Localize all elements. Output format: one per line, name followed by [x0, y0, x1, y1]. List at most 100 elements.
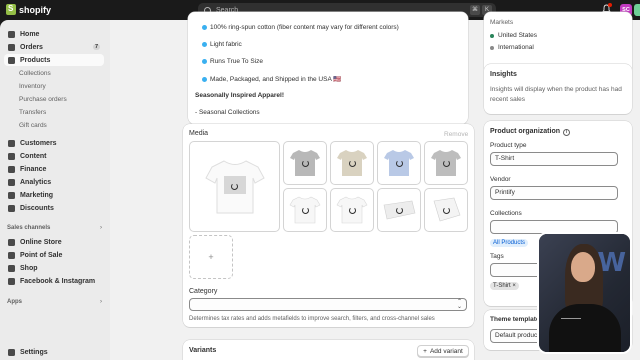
category-select[interactable]: ⌃ ⌄ [189, 298, 467, 311]
markets-header: Markets [490, 19, 514, 26]
insights-text: Insights will display when the product h… [490, 86, 622, 103]
home-icon [8, 30, 15, 38]
command-key-badge: ⌘ [470, 5, 480, 15]
media-thumbnail[interactable] [424, 141, 468, 185]
market-item: United States [490, 32, 537, 39]
shopify-logo[interactable]: shopify [6, 4, 51, 15]
sidebar-item-content[interactable]: Content [4, 150, 104, 162]
remove-media-link[interactable]: Remove [444, 131, 468, 138]
category-label: Category [189, 288, 218, 295]
shop-icon [8, 264, 15, 272]
description-editor[interactable]: 100% ring-spun cotton (fiber content may… [188, 12, 468, 124]
vendor-label: Vendor [490, 176, 511, 183]
sidebar-item-settings[interactable]: Settings [4, 346, 104, 358]
sidebar-item-point-of-sale[interactable]: Point of Sale [4, 249, 104, 261]
apps-heading[interactable]: Apps [7, 299, 22, 305]
user-avatar[interactable] [634, 4, 640, 16]
loading-spinner-icon [395, 159, 403, 167]
tag-chip: T-Shirt × [490, 282, 519, 290]
gear-icon [8, 348, 15, 356]
sidebar-item-label: Point of Sale [20, 251, 63, 259]
blue-dot-icon [202, 59, 207, 64]
sidebar-item-marketing[interactable]: Marketing [4, 189, 104, 201]
discount-icon [8, 204, 15, 212]
sidebar-item-label: Orders [20, 43, 43, 51]
person-icon [8, 139, 15, 147]
remove-tag-icon[interactable]: × [512, 283, 516, 289]
description-heading: Seasonally Inspired Apparel! [195, 92, 284, 99]
description-bullet: Light fabric [202, 41, 242, 48]
sidebar-item-shop[interactable]: Shop [4, 262, 104, 274]
media-thumbnail[interactable] [377, 141, 421, 185]
chevron-right-icon[interactable]: › [100, 225, 102, 231]
orders-count-badge: 7 [92, 44, 100, 50]
sidebar-item-finance[interactable]: Finance [4, 163, 104, 175]
blue-dot-icon [202, 25, 207, 30]
vendor-field[interactable]: Printify [490, 186, 618, 200]
shirt-print [561, 318, 581, 324]
sidebar-item-orders[interactable]: Orders 7 [4, 41, 104, 53]
media-thumbnail[interactable] [283, 188, 327, 232]
media-thumbnail[interactable] [377, 188, 421, 232]
sidebar-item-online-store[interactable]: Online Store [4, 236, 104, 248]
pos-icon [8, 251, 15, 259]
description-bullet: 100% ring-spun cotton (fiber content may… [202, 24, 399, 31]
sidebar-sub-gift-cards[interactable]: Gift cards [19, 122, 47, 129]
collections-label: Collections [490, 210, 522, 217]
description-bullet: Runs True To Size [202, 58, 263, 65]
media-thumbnail[interactable] [330, 141, 374, 185]
media-thumbnail-main[interactable] [189, 141, 280, 232]
sidebar-item-label: Home [20, 30, 40, 38]
notification-dot [608, 3, 612, 7]
media-thumbnail[interactable] [283, 141, 327, 185]
sidebar-item-label: Analytics [20, 178, 52, 186]
description-bullet: Made, Packaged, and Shipped in the USA 🇺… [202, 75, 341, 83]
blue-dot-icon [202, 76, 207, 82]
sidebar-sub-inventory[interactable]: Inventory [19, 83, 46, 90]
presenter-face [571, 252, 595, 282]
sidebar-item-discounts[interactable]: Discounts [4, 202, 104, 214]
info-icon[interactable]: i [563, 129, 570, 136]
loading-spinner-icon [301, 159, 309, 167]
add-variant-button[interactable]: + Add variant [417, 345, 469, 357]
sidebar: Home Orders 7 Products Collections Inven… [0, 20, 110, 360]
sidebar-item-customers[interactable]: Customers [4, 137, 104, 149]
sidebar-item-label: Online Store [20, 238, 62, 246]
insights-title: Insights [490, 71, 517, 78]
blue-dot-icon [202, 42, 207, 47]
status-dot-icon [490, 45, 494, 50]
sidebar-sub-transfers[interactable]: Transfers [19, 109, 46, 116]
loading-spinner-icon [442, 159, 450, 167]
sidebar-item-label: Content [20, 152, 47, 160]
content-icon [8, 152, 15, 160]
select-arrows-icon: ⌃ ⌄ [456, 299, 462, 310]
product-type-label: Product type [490, 142, 527, 149]
variants-card: Variants + Add variant [183, 340, 474, 360]
media-card: Media Remove + Category ⌃ ⌄ Determines t… [183, 124, 474, 327]
media-thumbnail[interactable] [330, 188, 374, 232]
sidebar-item-analytics[interactable]: Analytics [4, 176, 104, 188]
chart-icon [8, 178, 15, 186]
sales-channels-heading[interactable]: Sales channels [7, 225, 50, 231]
add-media-button[interactable]: + [189, 235, 233, 279]
orders-icon [8, 43, 15, 51]
loading-spinner-icon [231, 183, 238, 190]
sidebar-sub-collections[interactable]: Collections [19, 70, 51, 77]
sidebar-item-facebook-instagram[interactable]: Facebook & Instagram [4, 275, 104, 287]
product-type-field[interactable]: T-Shirt [490, 152, 618, 166]
sidebar-item-label: Discounts [20, 204, 54, 212]
logo-text: shopify [19, 4, 52, 15]
sidebar-sub-purchase-orders[interactable]: Purchase orders [19, 96, 67, 103]
insights-card: Insights Insights will display when the … [484, 64, 632, 114]
sidebar-item-home[interactable]: Home [4, 28, 104, 40]
sidebar-item-products[interactable]: Products [4, 54, 104, 66]
variants-title: Variants [189, 347, 217, 354]
meta-icon [8, 277, 15, 285]
shopify-bag-icon [6, 4, 16, 15]
media-thumbnail[interactable] [424, 188, 468, 232]
collection-tag[interactable]: All Products [490, 239, 529, 247]
category-help-text: Determines tax rates and adds metafields… [189, 316, 435, 322]
chevron-right-icon[interactable]: › [100, 299, 102, 305]
loading-spinner-icon [348, 206, 356, 214]
loading-spinner-icon [301, 206, 309, 214]
